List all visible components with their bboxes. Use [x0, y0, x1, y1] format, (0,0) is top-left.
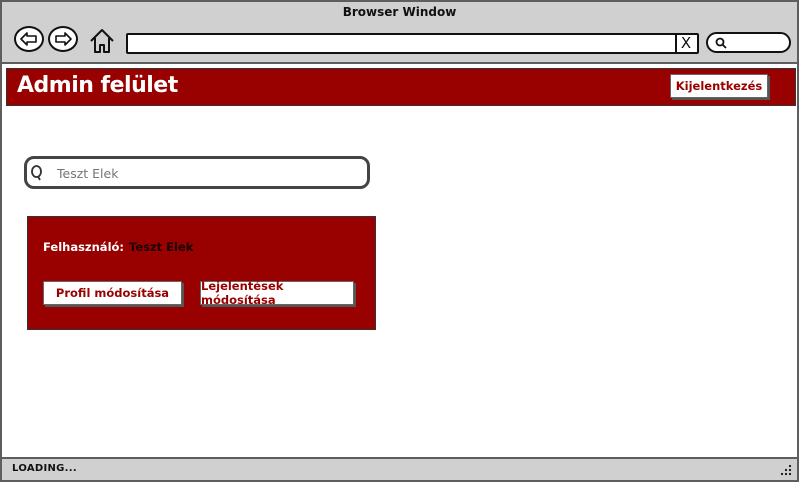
user-card: Felhasználó: Teszt Elek Profil módosítás…: [27, 216, 376, 330]
home-icon: [90, 29, 114, 53]
browser-search-field[interactable]: [706, 32, 791, 53]
user-label: Felhasználó:: [43, 240, 125, 254]
edit-reports-button[interactable]: Lejelentések módosítása: [200, 279, 354, 307]
logout-button[interactable]: Kijelentkezés: [670, 74, 768, 98]
search-input[interactable]: [57, 162, 357, 184]
home-button[interactable]: [88, 27, 116, 55]
browser-titlebar: Browser Window X: [2, 2, 797, 64]
forward-button[interactable]: [48, 26, 78, 52]
status-text: LOADING...: [12, 463, 77, 474]
search-icon: [31, 165, 42, 181]
page-title: Admin felület: [17, 73, 178, 98]
user-search-field[interactable]: [24, 156, 370, 189]
forward-arrow-icon: [55, 32, 72, 46]
close-icon[interactable]: X: [675, 35, 695, 52]
status-bar: LOADING...: [2, 457, 797, 480]
user-name-value: Teszt Elek: [129, 240, 194, 254]
back-button[interactable]: [14, 26, 44, 52]
browser-window: Browser Window X Admin felület Kijelentk…: [0, 0, 799, 482]
app-header: Admin felület Kijelentkezés: [6, 68, 796, 106]
back-arrow-icon: [20, 32, 37, 46]
address-bar[interactable]: X: [126, 33, 699, 54]
window-title: Browser Window: [342, 5, 457, 19]
search-icon: [715, 37, 727, 49]
resize-grip-icon[interactable]: [779, 463, 793, 477]
edit-profile-button[interactable]: Profil módosítása: [43, 281, 182, 305]
